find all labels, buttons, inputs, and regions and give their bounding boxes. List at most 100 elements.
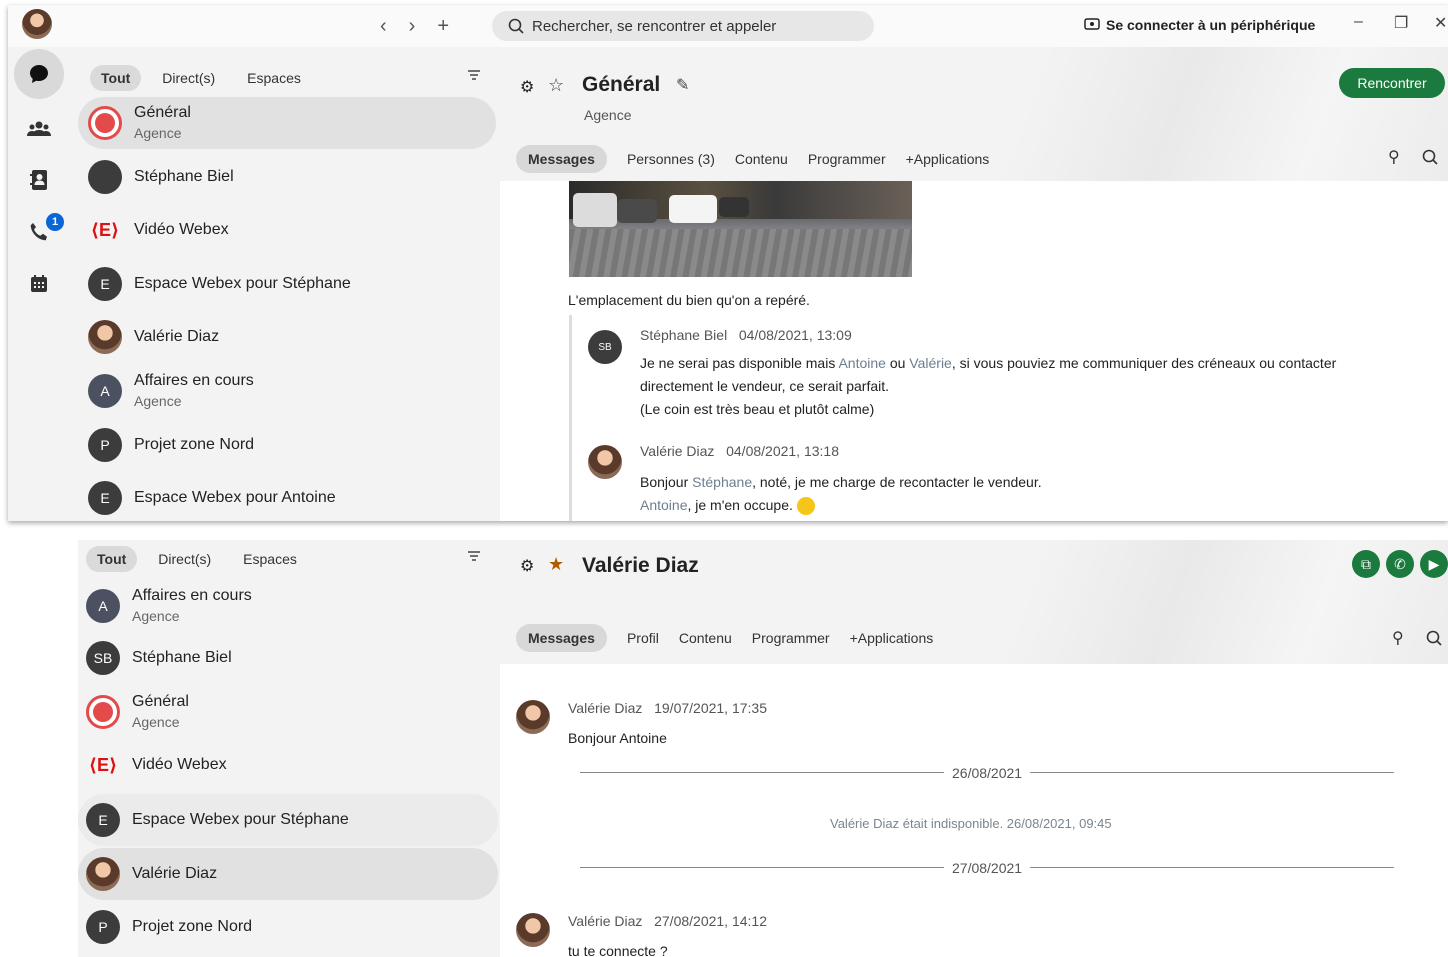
tab-apps[interactable]: +Applications: [906, 151, 990, 167]
filter-icon[interactable]: [468, 550, 480, 562]
mention[interactable]: Valérie: [909, 355, 952, 371]
list-item-valerie[interactable]: Valérie Diaz: [78, 311, 496, 363]
rail-calendar[interactable]: [14, 259, 64, 309]
title-bar: ‹ › + Rechercher, se rencontrer et appel…: [8, 5, 1448, 47]
status-notice: Valérie Diaz était indisponible. 26/08/2…: [830, 816, 1112, 831]
list-item-name: Valérie Diaz: [132, 865, 218, 882]
share-screen-button[interactable]: ⧉: [1352, 550, 1380, 578]
tab-schedule[interactable]: Programmer: [808, 151, 886, 167]
list-item-name: Général: [134, 104, 191, 121]
gear-icon[interactable]: ⚙: [520, 77, 534, 97]
rail-contacts[interactable]: [14, 155, 64, 205]
tab-messages[interactable]: Messages: [516, 624, 607, 652]
list-item-sub: Agence: [134, 393, 182, 409]
list-item-affaires[interactable]: A Affaires en cours Agence: [78, 365, 496, 417]
thread-line: [569, 315, 572, 521]
people-search-icon[interactable]: ⚲: [1388, 147, 1400, 167]
list-item-espace-stephane[interactable]: E Espace Webex pour Stéphane: [78, 258, 496, 310]
avatar: SB: [86, 641, 120, 675]
list-item-general[interactable]: Général Agence: [78, 97, 496, 149]
filter-direct[interactable]: Direct(s): [147, 546, 222, 572]
list-item-stephane[interactable]: SB Stéphane Biel: [78, 632, 498, 684]
message-text: directement le vendeur, ce serait parfai…: [640, 378, 890, 394]
back-arrow-icon[interactable]: ‹: [380, 15, 387, 38]
message-time: 27/08/2021, 14:12: [654, 913, 767, 929]
maximize-button[interactable]: ❐: [1394, 13, 1408, 33]
list-item-valerie[interactable]: Valérie Diaz: [78, 848, 498, 900]
tab-profile[interactable]: Profil: [627, 630, 659, 646]
search-icon[interactable]: [1422, 149, 1438, 165]
avatar: A: [88, 374, 122, 408]
add-icon[interactable]: +: [437, 15, 449, 38]
avatar: E: [88, 481, 122, 515]
tab-people[interactable]: Personnes (3): [627, 151, 715, 167]
tab-content[interactable]: Contenu: [735, 151, 788, 167]
shared-photo[interactable]: [569, 181, 912, 277]
filter-spaces[interactable]: Espaces: [236, 65, 312, 91]
filter-icon[interactable]: [468, 69, 480, 81]
message-body: Je ne serai pas disponible mais Antoine …: [640, 352, 1410, 421]
message-text: (Le coin est très beau et plutôt calme): [640, 401, 875, 417]
mention[interactable]: Antoine: [838, 355, 885, 371]
message-text: ou: [885, 355, 910, 371]
list-item-sub: Agence: [132, 714, 180, 730]
rail-teams[interactable]: [14, 103, 64, 153]
tab-content[interactable]: Contenu: [679, 630, 732, 646]
list-item-projet[interactable]: P Projet zone Nord: [78, 419, 496, 471]
photo-caption: L'emplacement du bien qu'on a repéré.: [568, 292, 810, 308]
star-filled-icon[interactable]: ★: [548, 554, 564, 575]
gear-icon[interactable]: ⚙: [520, 556, 534, 576]
message-text: Bonjour: [640, 474, 693, 490]
tab-apps[interactable]: +Applications: [850, 630, 934, 646]
filter-direct[interactable]: Direct(s): [151, 65, 226, 91]
message-text: tu te connecte ?: [568, 943, 668, 957]
list-item-name: Vidéo Webex: [132, 756, 227, 773]
mention[interactable]: Stéphane: [692, 474, 752, 490]
date-divider-line: [580, 867, 944, 868]
tab-schedule[interactable]: Programmer: [752, 630, 830, 646]
mention[interactable]: Antoine: [640, 497, 687, 513]
list-item-stephane[interactable]: Stéphane Biel: [78, 151, 496, 203]
meet-button[interactable]: Rencontrer: [1339, 68, 1445, 98]
close-button[interactable]: ✕: [1434, 13, 1447, 33]
search-icon[interactable]: [1426, 630, 1442, 646]
avatar: E: [88, 267, 122, 301]
list-item-espace-antoine[interactable]: E Espace Webex pour Antoine: [78, 472, 496, 521]
filter-all[interactable]: Tout: [86, 546, 138, 572]
rail-calls[interactable]: 1: [14, 207, 64, 257]
star-outline-icon[interactable]: ☆: [548, 75, 564, 96]
video-call-button[interactable]: ▶: [1420, 550, 1448, 578]
calls-badge: 1: [46, 213, 64, 231]
chat-pane: ⚙ ☆ Général ✎ Agence Rencontrer Messages…: [500, 47, 1448, 521]
filter-all[interactable]: Tout: [90, 65, 142, 91]
date-divider-line: [580, 772, 944, 773]
list-item-video-webex[interactable]: ⟨E⟩ Vidéo Webex: [78, 204, 496, 256]
rail-messaging[interactable]: [14, 49, 64, 99]
space-logo-avatar: [86, 695, 120, 729]
search-placeholder: Rechercher, se rencontrer et appeler: [532, 17, 777, 35]
filter-spaces[interactable]: Espaces: [232, 546, 308, 572]
message-text: Je ne serai pas disponible mais: [640, 355, 839, 371]
date-divider-line: [1030, 772, 1394, 773]
list-item-espace-stephane[interactable]: E Espace Webex pour Stéphane: [78, 794, 498, 846]
list-item-projet[interactable]: P Projet zone Nord: [78, 901, 498, 953]
avatar: [88, 160, 122, 194]
list-item-name: Général: [132, 693, 189, 710]
call-button[interactable]: ✆: [1386, 550, 1414, 578]
tab-bar: Messages Personnes (3) Contenu Programme…: [516, 145, 989, 173]
minimize-button[interactable]: –: [1354, 13, 1363, 31]
tab-messages[interactable]: Messages: [516, 145, 607, 173]
connect-device-label: Se connecter à un périphérique: [1106, 17, 1316, 33]
date-divider-line: [1030, 867, 1394, 868]
search-input[interactable]: Rechercher, se rencontrer et appeler: [492, 11, 874, 41]
forward-arrow-icon[interactable]: ›: [409, 15, 416, 38]
edit-pencil-icon[interactable]: ✎: [676, 75, 689, 95]
share-screen-icon: ⧉: [1361, 555, 1371, 572]
avatar: P: [88, 428, 122, 462]
list-item-affaires[interactable]: A Affaires en cours Agence: [78, 580, 498, 632]
list-item-general[interactable]: Général Agence: [78, 686, 498, 738]
people-search-icon[interactable]: ⚲: [1392, 628, 1404, 648]
connect-device-button[interactable]: Se connecter à un périphérique: [1084, 17, 1315, 33]
user-avatar[interactable]: [22, 9, 52, 39]
list-item-video-webex[interactable]: ⟨E⟩ Vidéo Webex: [78, 739, 498, 791]
